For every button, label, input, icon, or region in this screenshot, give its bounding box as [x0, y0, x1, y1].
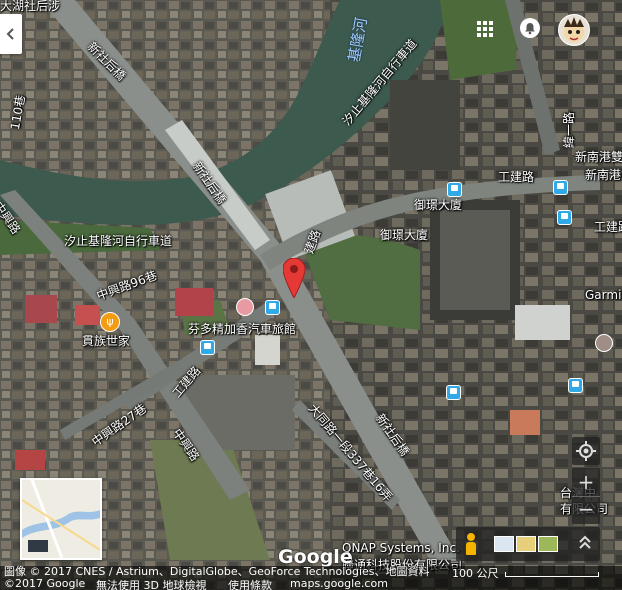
- place-label[interactable]: QNAP Systems, Inc.: [342, 541, 460, 555]
- apps-grid-icon[interactable]: [476, 20, 494, 38]
- place-label[interactable]: 貫族世家: [82, 332, 130, 349]
- restaurant-icon[interactable]: ψ: [100, 312, 120, 332]
- zoom-control: + −: [572, 468, 600, 524]
- terms-link[interactable]: 使用條款: [228, 577, 272, 590]
- satellite-thumbnail[interactable]: [538, 536, 558, 552]
- layer-strip: [456, 527, 600, 561]
- transit-icon[interactable]: [265, 300, 280, 315]
- road-label: 大湖社后涉: [0, 0, 61, 13]
- transit-icon[interactable]: [557, 210, 572, 225]
- transit-icon[interactable]: [200, 340, 215, 355]
- terrain-thumbnail[interactable]: [516, 536, 536, 552]
- collapse-panel-button[interactable]: [0, 14, 22, 54]
- place-label[interactable]: 御璟大廈: [414, 196, 462, 213]
- road-label: 緯一路: [562, 111, 576, 148]
- zoom-in-button[interactable]: +: [572, 468, 600, 497]
- chevron-left-icon: [6, 28, 14, 40]
- scale-label[interactable]: 100 公尺: [452, 565, 499, 581]
- road-label: 工建路: [594, 220, 622, 234]
- expand-chevron-icon[interactable]: [578, 533, 592, 553]
- no-3d-link[interactable]: 無法使用 3D 地球檢視: [96, 577, 206, 590]
- transit-icon[interactable]: [446, 385, 461, 400]
- garmin-icon[interactable]: [595, 334, 613, 352]
- cartoon-avatar-icon: [564, 17, 584, 42]
- notifications-icon[interactable]: [520, 18, 540, 38]
- minimap-river: [22, 480, 100, 558]
- crosshair-icon: [576, 441, 596, 461]
- place-label: 新南港雙: [585, 168, 622, 182]
- road-label: 汐止基隆河自行車道: [64, 234, 173, 248]
- my-location-button[interactable]: [572, 437, 600, 465]
- place-label: 新南港雙: [575, 150, 622, 164]
- pegman-icon[interactable]: [466, 533, 476, 555]
- transit-icon[interactable]: [553, 180, 568, 195]
- copyright-text: ©2017 Google: [4, 577, 86, 590]
- road-label: 工建路: [498, 170, 535, 184]
- hotel-icon[interactable]: [236, 298, 254, 316]
- place-label[interactable]: 御璟大廈: [380, 226, 428, 243]
- scale-bar[interactable]: [505, 572, 599, 577]
- place-label[interactable]: Garmi: [585, 288, 621, 302]
- place-label[interactable]: 芬多精加香汽車旅館: [188, 320, 296, 337]
- minimap[interactable]: [20, 478, 102, 560]
- zoom-out-button[interactable]: −: [572, 497, 600, 524]
- site-link[interactable]: maps.google.com: [290, 577, 388, 590]
- location-pin-icon[interactable]: [283, 258, 305, 298]
- avatar[interactable]: [558, 14, 590, 46]
- map-viewport[interactable]: 基隆河 大湖社后涉 新社后橋 110巷 新社后橋 汐止基隆河自行車道 緯一路 工…: [0, 0, 622, 590]
- building-icon[interactable]: [447, 182, 462, 197]
- transit-icon[interactable]: [568, 378, 583, 393]
- imagery-thumbnail[interactable]: [494, 536, 514, 552]
